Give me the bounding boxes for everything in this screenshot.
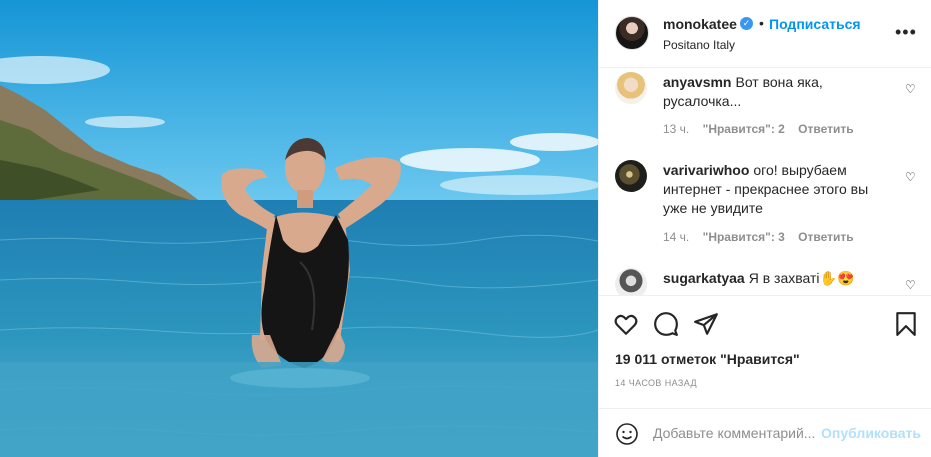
comment-meta: 14 ч. "Нравится": 3 Ответить <box>663 230 864 244</box>
comment-item: varivariwhoo ого! вырубаем интернет - пре… <box>599 160 931 260</box>
post-sidebar: monokatee ✓ • Подписаться Positano Italy… <box>598 0 931 457</box>
separator-dot: • <box>759 15 764 31</box>
comment-text-block: anyavsmn Вот вона яка, русалочка... <box>663 73 893 111</box>
reply-button[interactable]: Ответить <box>798 230 853 244</box>
paper-plane-icon[interactable] <box>693 311 719 337</box>
likes-count[interactable]: 19 011 отметок "Нравится" <box>615 351 800 367</box>
comment-username[interactable]: varivariwhoo <box>663 162 749 178</box>
author-username[interactable]: monokatee <box>663 16 737 32</box>
comment-text-block: varivariwhoo ого! вырубаем интернет - пре… <box>663 161 893 218</box>
photo-illustration <box>0 0 598 457</box>
reply-button[interactable]: Ответить <box>798 122 853 136</box>
verified-badge-icon: ✓ <box>740 17 753 30</box>
publish-button[interactable]: Опубликовать <box>821 425 921 441</box>
emoji-smile-icon[interactable] <box>615 422 639 446</box>
post-header: monokatee ✓ • Подписаться Positano Italy… <box>599 0 931 68</box>
post-location[interactable]: Positano Italy <box>663 38 735 52</box>
commenter-avatar[interactable] <box>615 160 647 192</box>
comment-username[interactable]: sugarkatyaa <box>663 270 745 286</box>
post-actions <box>599 296 931 351</box>
add-comment-bar: Опубликовать <box>599 408 931 457</box>
more-options-icon[interactable]: ••• <box>895 23 917 41</box>
instagram-post: monokatee ✓ • Подписаться Positano Italy… <box>0 0 931 457</box>
comments-list[interactable]: anyavsmn Вот вона яка, русалочка... 13 ч.… <box>599 68 931 296</box>
bookmark-icon[interactable] <box>893 311 919 337</box>
comment-likes[interactable]: "Нравится": 2 <box>703 122 785 136</box>
comment-likes[interactable]: "Нравится": 3 <box>703 230 785 244</box>
comment-like-heart-icon[interactable]: ♡ <box>905 170 916 184</box>
post-photo[interactable] <box>0 0 598 457</box>
comment-time[interactable]: 14 ч. <box>663 230 689 244</box>
comment-like-heart-icon[interactable]: ♡ <box>905 82 916 96</box>
comment-bubble-icon[interactable] <box>653 311 679 337</box>
commenter-avatar[interactable] <box>615 268 647 295</box>
commenter-avatar[interactable] <box>615 72 647 104</box>
comment-text-block: sugarkatyaa Я в захваті✋😍 <box>663 269 893 288</box>
post-time[interactable]: 14 ЧАСОВ НАЗАД <box>615 378 697 388</box>
comment-item: anyavsmn Вот вона яка, русалочка... 13 ч.… <box>599 72 931 156</box>
heart-icon[interactable] <box>613 311 639 337</box>
comment-input[interactable] <box>653 423 818 443</box>
comment-time[interactable]: 13 ч. <box>663 122 689 136</box>
author-avatar[interactable] <box>615 16 649 50</box>
follow-button[interactable]: Подписаться <box>769 16 861 32</box>
comment-like-heart-icon[interactable]: ♡ <box>905 278 916 292</box>
comment-username[interactable]: anyavsmn <box>663 74 731 90</box>
comment-text: Я в захваті✋😍 <box>748 270 855 286</box>
comment-meta: 13 ч. "Нравится": 2 Ответить <box>663 122 864 136</box>
comment-item: sugarkatyaa Я в захваті✋😍 ♡ <box>599 268 931 295</box>
